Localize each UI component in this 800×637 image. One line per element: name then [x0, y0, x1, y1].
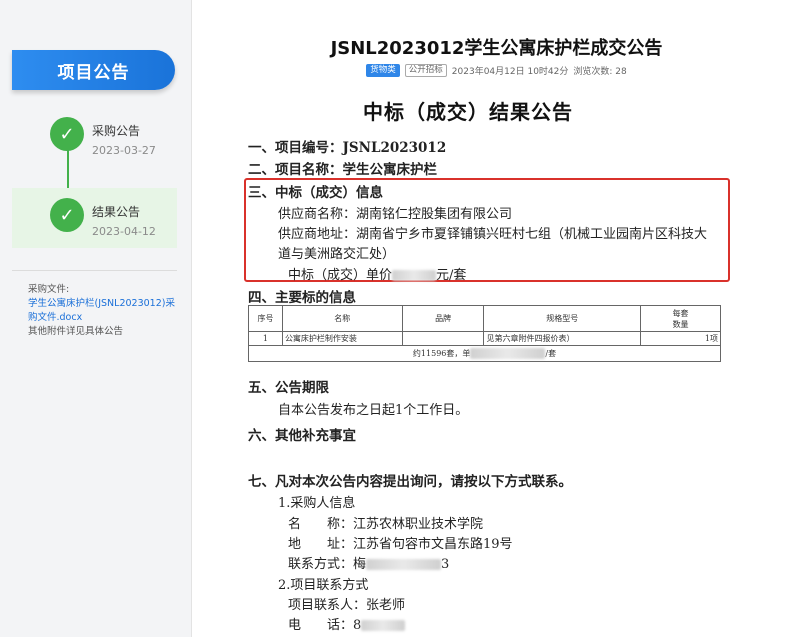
procurement-file-link[interactable]: 学生公寓床护栏(JSNL2023012)采购文件.docx: [28, 297, 180, 325]
sidebar: 项目公告 ✓ 采购公告 2023-03-27 ✓ 结果公告 2023-04-12…: [0, 0, 192, 637]
bid-items-table: 序号 名称 品牌 规格型号 每套 数量 1 公寓床护栏制作安装 见第六章附件四报价…: [248, 305, 721, 362]
purchaser-address: 地 址：江苏省句容市文昌东路19号: [288, 537, 513, 552]
step-label: 结果公告: [92, 205, 141, 219]
redacted-total: [470, 348, 546, 360]
timeline-step-result[interactable]: ✓ 结果公告 2023-04-12: [12, 188, 177, 248]
cell-name: 公寓床护栏制作安装: [281, 331, 403, 346]
section-other-matters: 六、其他补充事宜: [248, 428, 356, 444]
project-name: 二、项目名称：学生公寓床护栏: [248, 162, 437, 178]
section-award-info: 三、中标（成交）信息: [248, 185, 383, 201]
purchaser-contact-label: 联系方式：梅: [288, 557, 367, 572]
project-contact-title: 2.项目联系方式: [278, 578, 369, 593]
col-brand-header: 品牌: [401, 305, 485, 332]
redacted-phone: [361, 620, 406, 631]
col-name-header: 名称: [281, 305, 403, 332]
col-qty-header: 每套 数量: [640, 305, 721, 332]
view-count: 浏览次数: 28: [573, 67, 627, 77]
redacted-contact: [366, 559, 442, 570]
table-row: 1 公寓床护栏制作安装 见第六章附件四报价表） 1项: [248, 331, 721, 346]
step-date: 2023-04-12: [92, 225, 156, 238]
announcement-meta: 货物类 公开招标 2023年04月12日 10时42分 浏览次数: 28: [193, 64, 800, 77]
total-cell: 约11596套，单/套: [248, 345, 721, 362]
purchaser-info-title: 1.采购人信息: [278, 496, 356, 511]
sidebar-header: 项目公告: [12, 50, 175, 90]
files-label: 采购文件:: [28, 284, 70, 295]
cell-index: 1: [248, 331, 283, 346]
table-total-row: 约11596套，单/套: [248, 345, 721, 362]
document-heading: 中标（成交）结果公告: [363, 100, 573, 124]
cell-brand: [401, 331, 485, 346]
supplier-address-line2: 道与美洲路交汇处）: [278, 247, 396, 262]
section-notice-period: 五、公告期限: [248, 380, 329, 396]
section-contact: 七、凡对本次公告内容提出询问，请按以下方式联系。: [248, 474, 572, 490]
files-note: 其他附件详见具体公告: [28, 326, 124, 337]
check-icon: ✓: [50, 198, 84, 232]
sidebar-divider: [12, 270, 177, 271]
project-number: 一、项目编号：JSNL2023012: [248, 140, 447, 156]
check-icon: ✓: [50, 117, 84, 151]
col-spec-header: 规格型号: [483, 305, 642, 332]
unit-price-label: 中标（成交）单价: [288, 268, 393, 283]
cell-qty: 1项: [640, 331, 721, 346]
supplier-address-line1: 供应商地址：湖南省宁乡市夏铎铺镇兴旺村七组（机械工业园南片区科技大: [278, 227, 708, 242]
main-content: JSNL2023012学生公寓床护栏成交公告 货物类 公开招标 2023年04月…: [193, 0, 800, 637]
project-contact-person: 项目联系人：张老师: [288, 598, 406, 613]
project-contact-phone: 电 话：8: [288, 614, 406, 633]
attachment-section: 采购文件: 学生公寓床护栏(JSNL2023012)采购文件.docx 其他附件…: [28, 283, 180, 339]
step-label: 采购公告: [92, 124, 141, 138]
timeline-step-procurement[interactable]: ✓ 采购公告 2023-03-27: [12, 107, 177, 169]
category-tag: 货物类: [366, 64, 400, 77]
col-qty-header-line2: 数量: [672, 319, 689, 329]
table-header-row: 序号 名称 品牌 规格型号 每套 数量: [248, 305, 721, 332]
project-phone-label: 电 话：8: [288, 618, 362, 633]
publish-datetime: 2023年04月12日 10时42分: [451, 67, 569, 77]
purchaser-contact-tail: 3: [441, 557, 450, 572]
notice-period-text: 自本公告发布之日起1个工作日。: [278, 403, 469, 418]
page-title: JSNL2023012学生公寓床护栏成交公告: [330, 38, 663, 59]
step-date: 2023-03-27: [92, 144, 156, 157]
col-index-header: 序号: [248, 305, 283, 332]
purchaser-name: 名 称：江苏农林职业技术学院: [288, 517, 484, 532]
cell-spec: 见第六章附件四报价表）: [483, 331, 642, 346]
section-main-items: 四、主要标的信息: [248, 290, 356, 306]
supplier-name: 供应商名称：湖南铭仁控股集团有限公司: [278, 207, 513, 222]
total-prefix: 约11596套，单: [412, 348, 471, 358]
unit-price: 中标（成交）单价 元/套: [288, 264, 466, 283]
unit-price-unit: 元/套: [436, 268, 467, 283]
total-suffix: /套: [545, 348, 557, 358]
redacted-price: [392, 270, 437, 281]
col-qty-header-line1: 每套: [672, 308, 689, 318]
purchaser-contact: 联系方式：梅 3: [288, 553, 449, 572]
method-tag: 公开招标: [404, 64, 447, 77]
